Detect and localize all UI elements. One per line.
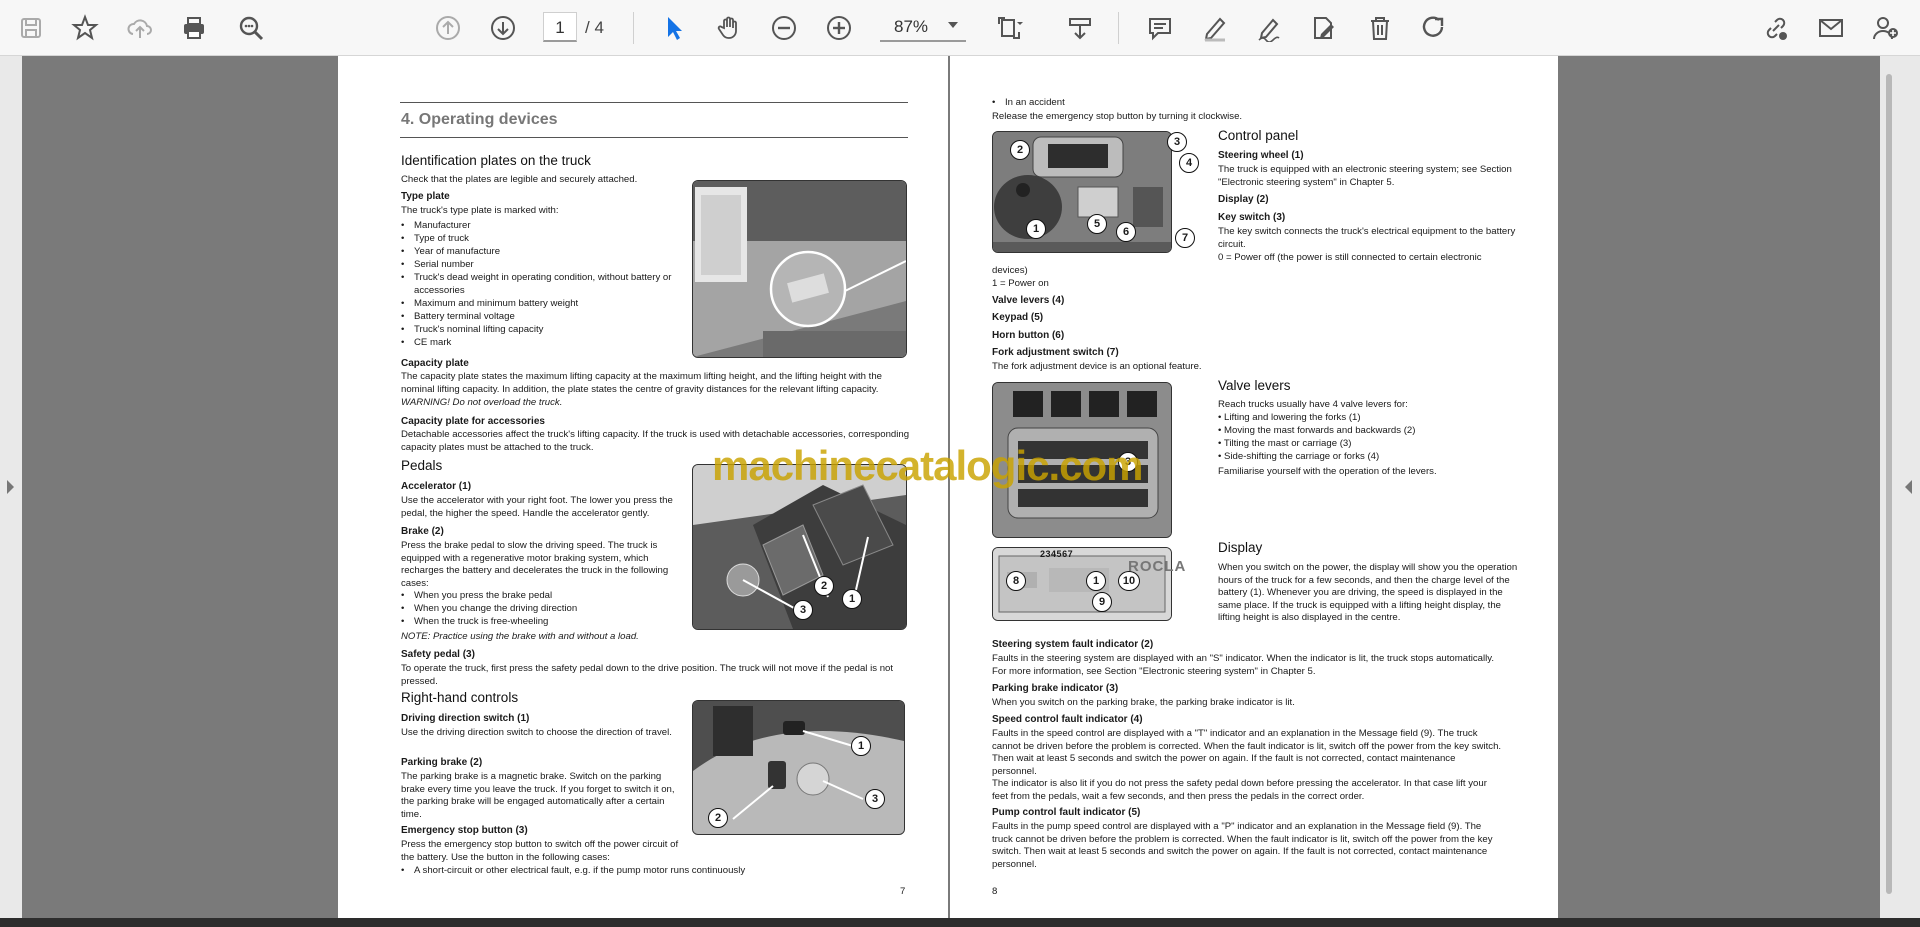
- section-heading: Control panel: [1218, 128, 1299, 143]
- page-number: 7: [900, 886, 906, 897]
- callout-number: 2: [708, 808, 728, 828]
- chevron-right-icon: [7, 480, 14, 494]
- callout-number: 4: [1179, 153, 1199, 173]
- callout-number: 1: [842, 589, 862, 609]
- callout-number: 6: [1116, 222, 1136, 242]
- save-icon[interactable]: [12, 9, 50, 47]
- share-link-icon[interactable]: [1757, 9, 1795, 47]
- callout-number: 9: [1092, 592, 1112, 612]
- scroll-mode-icon[interactable]: [1061, 9, 1099, 47]
- estop-list: A short-circuit or other electrical faul…: [401, 864, 801, 877]
- add-user-icon[interactable]: [1866, 9, 1904, 47]
- display-brand: ROCLA: [1128, 558, 1187, 575]
- chapter-title: 4. Operating devices: [401, 111, 558, 128]
- list-item: Type of truck: [401, 232, 691, 245]
- list-item: Truck's dead weight in operating conditi…: [401, 271, 691, 297]
- status-bar: [0, 918, 1920, 927]
- chevron-left-icon: [1905, 480, 1912, 494]
- callout-number: 7: [1175, 228, 1195, 248]
- watermark: machinecatalogic.com: [712, 442, 1143, 489]
- type-plate-photo: [692, 180, 907, 358]
- list-item: Year of manufacture: [401, 245, 691, 258]
- section-heading: Identification plates on the truck: [401, 153, 591, 168]
- list-item: A short-circuit or other electrical faul…: [401, 864, 801, 877]
- section-heading: Display: [1218, 540, 1263, 555]
- type-plate-list: ManufacturerType of truckYear of manufac…: [401, 219, 691, 349]
- cloud-upload-icon[interactable]: [121, 9, 159, 47]
- callout-number: 1: [1026, 219, 1046, 239]
- page-down-icon[interactable]: [484, 9, 522, 47]
- pen-icon[interactable]: [1196, 9, 1234, 47]
- mail-icon[interactable]: [1812, 9, 1850, 47]
- scrollbar-thumb[interactable]: [1886, 74, 1892, 894]
- list-item: CE mark: [401, 336, 691, 349]
- list-item: In an accident: [992, 96, 1292, 109]
- section-heading: Pedals: [401, 458, 443, 473]
- list-item: Manufacturer: [401, 219, 691, 232]
- comment-icon[interactable]: [1141, 9, 1179, 47]
- toolbar: 1 / 4 87%: [0, 0, 1920, 56]
- section-heading: Valve levers: [1218, 378, 1291, 393]
- list-item: Battery terminal voltage: [401, 310, 691, 323]
- callout-number: 2: [1010, 140, 1030, 160]
- list-item: When the truck is free-wheeling: [401, 615, 686, 628]
- list-item: When you press the brake pedal: [401, 589, 686, 602]
- page-total: / 4: [585, 18, 604, 37]
- bookmark-star-icon[interactable]: [66, 9, 104, 47]
- section-heading: Right-hand controls: [401, 690, 519, 705]
- select-cursor-icon[interactable]: [655, 9, 693, 47]
- redo-icon[interactable]: [1415, 9, 1453, 47]
- callout-number: 1: [851, 736, 871, 756]
- list-item: Maximum and minimum battery weight: [401, 297, 691, 310]
- callout-number: 3: [793, 600, 813, 620]
- zoom-in-icon[interactable]: [820, 9, 858, 47]
- zoom-out-icon[interactable]: [765, 9, 803, 47]
- callout-number: 2: [814, 576, 834, 596]
- chevron-down-icon[interactable]: [948, 22, 958, 28]
- page-number: 8: [992, 886, 998, 897]
- callout-number: 3: [1167, 132, 1187, 152]
- fit-page-icon[interactable]: [990, 9, 1028, 47]
- callout-number: 3: [865, 789, 885, 809]
- stamp-icon[interactable]: [1304, 9, 1342, 47]
- print-icon[interactable]: [175, 9, 213, 47]
- zoom-search-icon[interactable]: [232, 9, 270, 47]
- left-panel-toggle[interactable]: [0, 56, 22, 918]
- delete-icon[interactable]: [1361, 9, 1399, 47]
- sign-icon[interactable]: [1250, 9, 1288, 47]
- callout-number: 8: [1006, 571, 1026, 591]
- page-up-icon[interactable]: [429, 9, 467, 47]
- callout-number: 10: [1118, 571, 1140, 591]
- list-item: Truck's nominal lifting capacity: [401, 323, 691, 336]
- callout-number: 5: [1087, 214, 1107, 234]
- list-item: When you change the driving direction: [401, 602, 686, 615]
- hand-icon[interactable]: [711, 9, 749, 47]
- page-number-input[interactable]: 1: [543, 12, 577, 42]
- right-panel-toggle[interactable]: [1898, 56, 1920, 918]
- list-item: Serial number: [401, 258, 691, 271]
- brake-list: When you press the brake pedalWhen you c…: [401, 589, 686, 628]
- callout-number: 1: [1086, 571, 1106, 591]
